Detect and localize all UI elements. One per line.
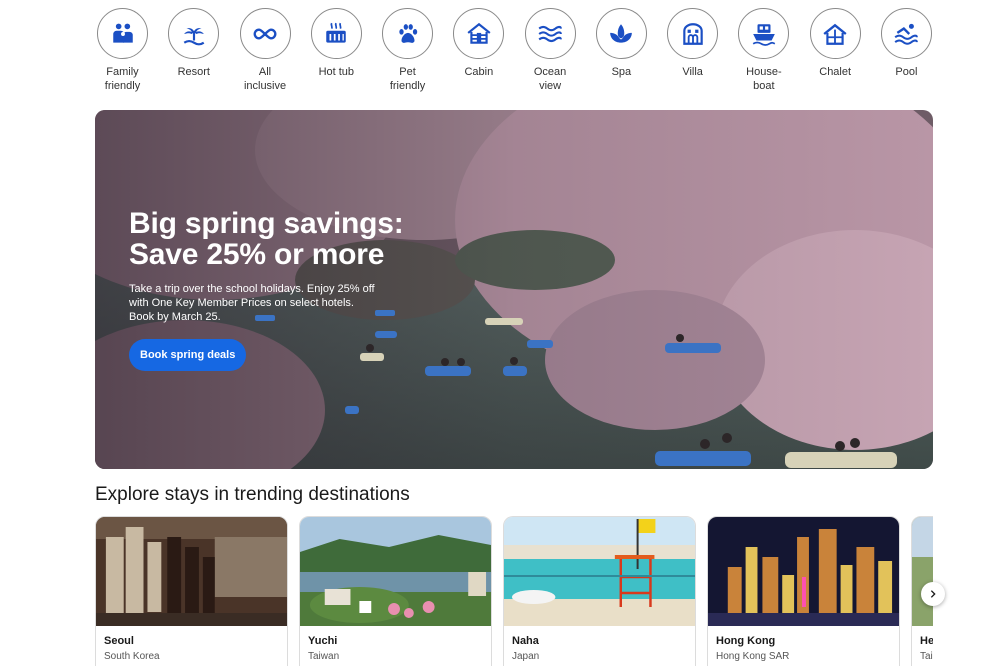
destination-city: Yuchi: [308, 635, 338, 647]
destination-city: Hong Kong: [716, 635, 776, 647]
paw-icon: [382, 8, 434, 59]
destination-carousel: Seoul South Korea Yuchi Taiwan Naha Japa…: [95, 516, 933, 666]
category-cabin[interactable]: Cabin: [443, 8, 514, 98]
category-pet-friendly[interactable]: Pet friendly: [372, 8, 443, 98]
destination-city: Seoul: [104, 635, 134, 647]
category-label: Hot tub: [318, 66, 355, 78]
destination-city: Naha: [512, 635, 539, 647]
category-label: House- boat: [746, 66, 782, 92]
destination-photo: [504, 517, 695, 626]
category-resort[interactable]: Resort: [158, 8, 229, 98]
destination-country: Hong Kong SAR: [716, 651, 790, 662]
category-label: Chalet: [819, 66, 852, 78]
category-label: Family friendly: [104, 66, 141, 92]
category-label: Pet friendly: [389, 66, 426, 92]
category-label: Villa: [682, 66, 703, 78]
family-icon: [97, 8, 148, 59]
trending-heading: Explore stays in trending destinations: [95, 484, 410, 505]
category-houseboat[interactable]: House- boat: [728, 8, 799, 98]
category-villa[interactable]: Villa: [657, 8, 728, 98]
book-spring-deals-button[interactable]: Book spring deals: [129, 339, 247, 371]
chevron-right-icon: [930, 590, 936, 598]
houseboat-icon: [738, 8, 790, 59]
destination-photo: [96, 517, 287, 626]
category-family-friendly[interactable]: Family friendly: [87, 8, 158, 98]
category-label: Spa: [611, 66, 632, 78]
destination-city: He: [920, 635, 933, 647]
category-label: Resort: [177, 66, 210, 78]
infinity-icon: [239, 8, 291, 59]
destination-card-naha[interactable]: Naha Japan: [503, 516, 696, 666]
category-pool[interactable]: Pool: [871, 8, 942, 98]
category-spa[interactable]: Spa: [586, 8, 657, 98]
destination-card-hong-kong[interactable]: Hong Kong Hong Kong SAR: [707, 516, 900, 666]
spring-savings-banner[interactable]: Big spring savings: Save 25% or more Tak…: [95, 110, 933, 469]
carousel-next-button[interactable]: [921, 582, 945, 606]
banner-content: Big spring savings: Save 25% or more Tak…: [129, 208, 429, 371]
destination-photo: [300, 517, 491, 626]
chalet-icon: [809, 8, 861, 59]
destination-photo: [708, 517, 899, 626]
hot-tub-icon: [310, 8, 362, 59]
villa-icon: [667, 8, 719, 59]
destination-country: Tai: [920, 651, 933, 662]
cabin-icon: [453, 8, 505, 59]
category-chalet[interactable]: Chalet: [800, 8, 871, 98]
category-label: All inclusive: [243, 66, 287, 92]
destination-card-yuchi[interactable]: Yuchi Taiwan: [299, 516, 492, 666]
category-all-inclusive[interactable]: All inclusive: [230, 8, 301, 98]
palm-tree-icon: [168, 8, 220, 59]
category-ocean-view[interactable]: Ocean view: [515, 8, 586, 98]
category-filter-row: Family friendly Resort All inclusive Hot…: [87, 8, 942, 98]
pool-icon: [880, 8, 932, 59]
waves-icon: [524, 8, 576, 59]
category-label: Ocean view: [533, 66, 567, 92]
destination-country: Taiwan: [308, 651, 340, 662]
destination-card-seoul[interactable]: Seoul South Korea: [95, 516, 288, 666]
category-label: Pool: [895, 66, 918, 78]
destination-photo: [912, 517, 933, 626]
category-hot-tub[interactable]: Hot tub: [301, 8, 372, 98]
banner-title: Big spring savings: Save 25% or more: [129, 207, 404, 271]
banner-description: Take a trip over the school holidays. En…: [129, 283, 375, 323]
destination-country: South Korea: [104, 651, 160, 662]
destination-country: Japan: [512, 651, 540, 662]
spa-lotus-icon: [595, 8, 647, 59]
category-label: Cabin: [464, 66, 494, 78]
